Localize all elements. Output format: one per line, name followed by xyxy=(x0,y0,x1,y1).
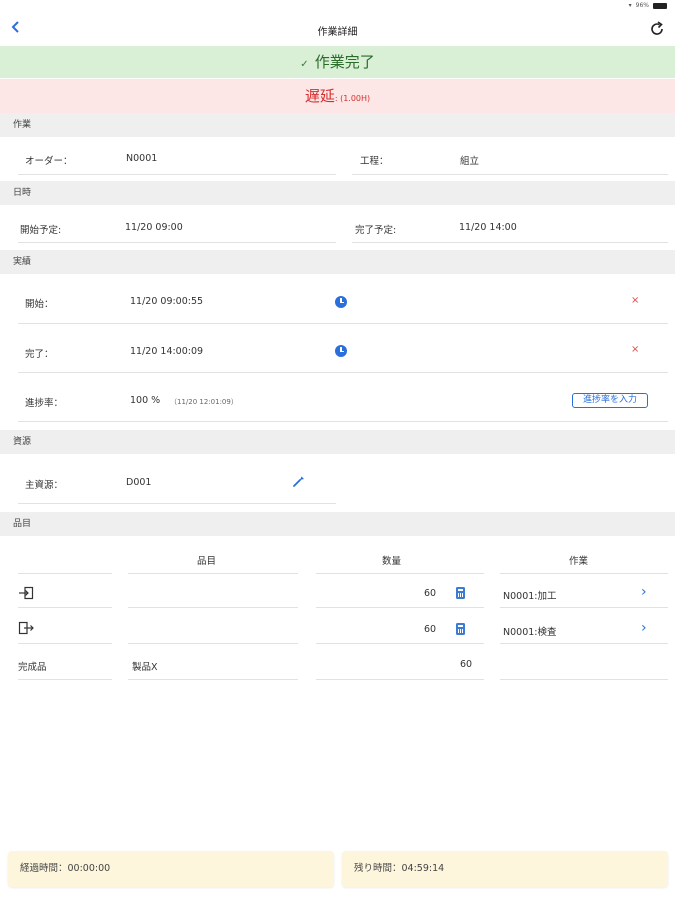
chevron-right-icon[interactable]: › xyxy=(641,584,647,600)
order-label: オーダー： xyxy=(25,156,73,167)
actual-end-value: 11/20 14:00:09 xyxy=(130,346,204,357)
main-resource-label: 主資源： xyxy=(25,480,64,491)
actual-end-label: 完了： xyxy=(25,349,54,360)
divider xyxy=(18,242,336,243)
end-plan-value: 11/20 14:00 xyxy=(459,222,517,233)
divider xyxy=(316,679,484,680)
divider xyxy=(128,573,298,574)
refresh-button[interactable] xyxy=(647,19,667,39)
divider xyxy=(18,421,668,422)
battery-icon xyxy=(653,2,667,9)
divider xyxy=(18,573,112,574)
divider xyxy=(352,174,668,175)
order-value: N0001 xyxy=(126,153,158,164)
divider xyxy=(500,607,668,608)
start-plan-value: 11/20 09:00 xyxy=(125,222,183,233)
calculator-icon[interactable] xyxy=(456,587,465,599)
divider xyxy=(18,607,112,608)
status-delay-text: 遅延 xyxy=(304,87,335,105)
section-header-resource: 資源 xyxy=(0,430,675,454)
divider xyxy=(18,679,112,680)
divider xyxy=(128,607,298,608)
main-resource-value: D001 xyxy=(126,477,152,488)
divider xyxy=(128,679,298,680)
page-title: 作業詳細 xyxy=(317,27,358,38)
divider xyxy=(18,503,336,504)
divider xyxy=(316,607,484,608)
delay-hours: : (1.00H) xyxy=(334,94,371,103)
divider xyxy=(352,242,668,243)
status-indicators: ▾ 96% xyxy=(629,2,667,9)
column-header-qty: 数量 xyxy=(382,556,402,567)
row-item: 製品X xyxy=(132,662,158,673)
refresh-icon xyxy=(651,21,663,35)
process-label: 工程： xyxy=(360,156,389,167)
divider xyxy=(500,643,668,644)
progress-value: 100 % xyxy=(130,395,161,406)
section-header-actual: 実績 xyxy=(0,250,675,274)
divider xyxy=(500,679,668,680)
row-qty: 60 xyxy=(460,659,473,670)
clock-icon[interactable] xyxy=(335,345,347,357)
row-qty: 60 xyxy=(424,588,437,599)
progress-label: 進捗率： xyxy=(25,398,64,409)
section-header-work: 作業 xyxy=(0,113,675,137)
divider xyxy=(316,643,484,644)
chevron-right-icon[interactable]: › xyxy=(641,620,647,636)
end-plan-label: 完了予定: xyxy=(355,225,397,236)
row-type: 完成品 xyxy=(18,662,47,673)
elapsed-time: 経過時間：00:00:00 xyxy=(8,851,334,887)
wifi-icon: ▾ xyxy=(628,2,632,9)
divider xyxy=(18,372,668,373)
divider xyxy=(18,174,336,175)
status-done-banner: ✓ 作業完了 xyxy=(0,46,675,78)
section-header-items: 品目 xyxy=(0,512,675,536)
progress-timestamp: （11/20 12:01:09） xyxy=(170,398,238,406)
process-value: 組立 xyxy=(460,156,480,167)
clock-icon[interactable] xyxy=(335,296,347,308)
output-material-icon xyxy=(18,621,34,635)
status-done-text: 作業完了 xyxy=(314,53,375,71)
navigation-bar: 作業詳細 xyxy=(0,14,675,46)
actual-start-label: 開始： xyxy=(25,299,54,310)
battery-percent: 96% xyxy=(635,2,649,9)
row-qty: 60 xyxy=(424,624,437,635)
clear-start-icon[interactable]: × xyxy=(631,295,639,306)
input-progress-button[interactable]: 進捗率を入力 xyxy=(572,393,648,408)
divider xyxy=(316,573,484,574)
divider xyxy=(18,643,112,644)
divider xyxy=(500,573,668,574)
check-icon: ✓ xyxy=(300,59,309,70)
column-header-item: 品目 xyxy=(197,556,217,567)
input-material-icon xyxy=(18,586,34,600)
status-delay-banner: 遅延: (1.00H) xyxy=(0,79,675,113)
status-bar: ▾ 96% xyxy=(0,0,675,14)
actual-start-value: 11/20 09:00:55 xyxy=(130,296,204,307)
row-work: N0001:検査 xyxy=(503,627,557,638)
section-header-datetime: 日時 xyxy=(0,181,675,205)
wrench-icon[interactable] xyxy=(292,474,306,488)
remaining-time: 残り時間：04:59:14 xyxy=(342,851,668,887)
column-header-work: 作業 xyxy=(569,556,589,567)
calculator-icon[interactable] xyxy=(456,623,465,635)
clear-end-icon[interactable]: × xyxy=(631,344,639,355)
divider xyxy=(18,323,668,324)
row-work: N0001:加工 xyxy=(503,591,557,602)
start-plan-label: 開始予定: xyxy=(20,225,62,236)
divider xyxy=(128,643,298,644)
